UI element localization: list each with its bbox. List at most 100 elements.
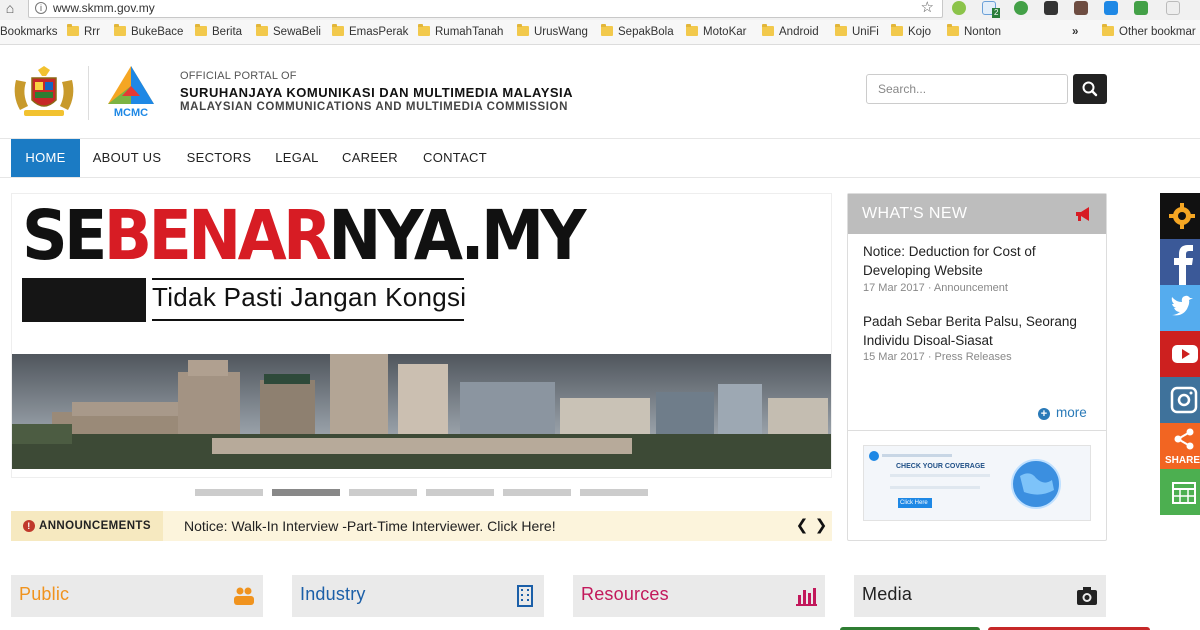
bookmark-folder[interactable]: MotoKar: [686, 20, 746, 45]
bookmark-folder[interactable]: UniFi: [835, 20, 879, 45]
nav-career[interactable]: CAREER: [336, 139, 404, 177]
bar-chart-icon: [796, 588, 817, 606]
mcmc-logo[interactable]: MCMC: [96, 64, 166, 120]
extension-badge: 2: [992, 8, 1001, 18]
slide-title: SEBENARNYA.MY: [22, 196, 586, 276]
announcement-bar: ! ANNOUNCEMENTS Notice: Walk-In Intervie…: [11, 511, 832, 541]
announcement-next-icon[interactable]: ❯: [813, 511, 829, 541]
folder-icon: [601, 24, 613, 36]
nav-contact[interactable]: CONTACT: [414, 139, 496, 177]
share-icon: [1174, 428, 1194, 450]
extension-icon[interactable]: [1166, 1, 1180, 15]
building-icon: [517, 585, 533, 607]
nav-home[interactable]: HOME: [11, 139, 80, 177]
other-bookmarks-folder[interactable]: Other bookmar: [1102, 20, 1196, 45]
facebook-icon: [1174, 245, 1193, 285]
exclamation-icon: !: [23, 520, 35, 532]
nav-sectors[interactable]: SECTORS: [180, 139, 258, 177]
tile-label: Public: [19, 584, 70, 604]
layers-extension-icon[interactable]: [1044, 1, 1058, 15]
banner-title: CHECK YOUR COVERAGE: [896, 463, 985, 470]
share-button[interactable]: SHARE: [1160, 423, 1200, 469]
bookmark-folder[interactable]: Nonton: [947, 20, 1001, 45]
bookmark-folder[interactable]: UrusWang: [517, 20, 588, 45]
extension-icon[interactable]: [1074, 1, 1088, 15]
slider-dot[interactable]: [349, 489, 417, 496]
bookmark-folder[interactable]: SewaBeli: [256, 20, 321, 45]
bookmark-folder[interactable]: Berita: [195, 20, 242, 45]
slider-dot[interactable]: [195, 489, 263, 496]
folder-icon: [114, 24, 126, 36]
extension-icon[interactable]: [1134, 1, 1148, 15]
folder-icon: [195, 24, 207, 36]
slider-dot-active[interactable]: [272, 489, 340, 496]
extension-icon[interactable]: [1014, 1, 1028, 15]
official-portal-label: OFFICIAL PORTAL OF: [180, 70, 297, 82]
calendar-button[interactable]: [1160, 469, 1200, 515]
url-field[interactable]: i www.skmm.gov.my ☆: [28, 0, 943, 18]
twitter-button[interactable]: [1160, 285, 1200, 331]
home-icon[interactable]: ⌂: [0, 0, 20, 18]
slide-black-block: [22, 278, 146, 322]
share-label: SHARE: [1165, 455, 1200, 466]
url-text: www.skmm.gov.my: [53, 1, 155, 15]
tile-industry[interactable]: Industry: [292, 575, 544, 617]
instagram-button[interactable]: [1160, 377, 1200, 423]
announcement-prev-icon[interactable]: ❮: [794, 511, 810, 541]
megaphone-icon: [1076, 207, 1089, 221]
folder-icon: [332, 24, 344, 36]
folder-icon: [835, 24, 847, 36]
announcement-link[interactable]: Notice: Walk-In Interview -Part-Time Int…: [184, 511, 556, 541]
folder-icon: [517, 24, 529, 36]
more-link[interactable]: + more: [1038, 405, 1087, 420]
extension-icon[interactable]: [952, 1, 966, 15]
more-bookmarks-chevron[interactable]: »: [1072, 20, 1078, 45]
bookmark-folder[interactable]: EmasPerak: [332, 20, 408, 45]
twitter-icon: [1171, 295, 1193, 316]
settings-button[interactable]: [1160, 193, 1200, 239]
bookmark-folder[interactable]: Android: [762, 20, 819, 45]
instagram-icon: [1170, 386, 1198, 414]
plus-circle-icon: +: [1038, 408, 1050, 420]
search-input[interactable]: Search...: [866, 74, 1068, 104]
folder-icon: [418, 24, 430, 36]
bookmark-folder[interactable]: RumahTanah: [418, 20, 503, 45]
tile-public[interactable]: Public: [11, 575, 263, 617]
bookmark-folder[interactable]: Rrr: [67, 20, 100, 45]
facebook-button[interactable]: [1160, 239, 1200, 285]
news-item-title[interactable]: Notice: Deduction for Cost of Developing…: [863, 242, 1098, 280]
folder-icon: [67, 24, 79, 36]
info-icon[interactable]: i: [35, 2, 47, 14]
site-header: MCMC OFFICIAL PORTAL OF SURUHANJAYA KOMU…: [0, 46, 1200, 139]
nav-legal[interactable]: LEGAL: [268, 139, 326, 177]
search-button[interactable]: [1073, 74, 1107, 104]
bookmark-star-icon[interactable]: ☆: [921, 0, 934, 16]
nav-about-us[interactable]: ABOUT US: [85, 139, 169, 177]
bookmark-folder[interactable]: Kojo: [891, 20, 931, 45]
calendar-icon: [1172, 482, 1196, 504]
news-item-title[interactable]: Padah Sebar Berita Palsu, Seorang Indivi…: [863, 312, 1098, 350]
people-icon: [234, 587, 254, 605]
coverage-globe-icon: [864, 446, 1090, 520]
slider-dot[interactable]: [426, 489, 494, 496]
news-item-meta: 15 Mar 2017 · Press Releases: [863, 351, 1012, 363]
tile-label: Media: [862, 584, 913, 604]
bookmark-folder[interactable]: BukeBace: [114, 20, 183, 45]
address-bar-row: ⌂ i www.skmm.gov.my ☆ 2: [0, 0, 1200, 20]
agency-name-malay: SURUHANJAYA KOMUNIKASI DAN MULTIMEDIA MA…: [180, 85, 574, 100]
hero-slider[interactable]: SEBENARNYA.MY Tidak Pasti Jangan Kongsi: [11, 193, 832, 478]
youtube-icon: [1172, 345, 1198, 363]
bookmarks-label: Bookmarks: [0, 26, 58, 38]
header-divider: [88, 66, 89, 120]
slider-dot[interactable]: [503, 489, 571, 496]
tile-resources[interactable]: Resources: [573, 575, 825, 617]
slide-tagline: Tidak Pasti Jangan Kongsi: [152, 282, 467, 312]
youtube-button[interactable]: [1160, 331, 1200, 377]
bookmark-folder[interactable]: SepakBola: [601, 20, 674, 45]
slider-dot[interactable]: [580, 489, 648, 496]
check-coverage-banner[interactable]: CHECK YOUR COVERAGE Click Here: [863, 445, 1091, 521]
malaysia-coat-of-arms-logo[interactable]: [10, 66, 78, 118]
extension-icon[interactable]: [1104, 1, 1118, 15]
tile-media[interactable]: Media: [854, 575, 1106, 617]
bookmarks-bar: Bookmarks Rrr BukeBace Berita SewaBeli E…: [0, 20, 1200, 45]
